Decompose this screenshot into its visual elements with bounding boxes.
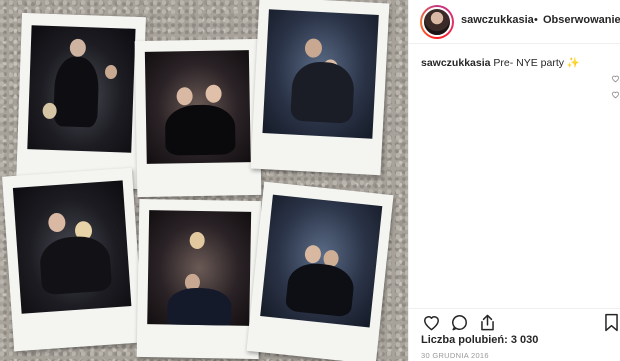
polaroid-photo-5	[136, 198, 262, 360]
avatar-image	[422, 7, 452, 37]
polaroid-photo-1	[16, 12, 146, 190]
polaroid-photo-3	[250, 0, 390, 176]
heart-icon[interactable]	[422, 313, 442, 333]
caption-emoji: ✨	[566, 57, 580, 69]
separator-dot: •	[534, 14, 538, 26]
polaroid-photo-4	[2, 167, 144, 352]
caption-username[interactable]: sawczukkasia	[421, 57, 490, 69]
bookmark-icon[interactable]	[603, 313, 620, 333]
username-link[interactable]: sawczukkasia	[461, 14, 534, 26]
action-bar	[409, 308, 620, 334]
post-photo[interactable]	[0, 0, 408, 361]
likes-count[interactable]: Liczba polubień: 3 030	[421, 334, 538, 346]
polaroid-photo-6	[246, 181, 394, 361]
caption-like-heart-icon[interactable]	[611, 74, 620, 84]
post-header: sawczukkasia • Obserwowanie	[409, 0, 620, 44]
post-date: 30 GRUDNIA 2016	[421, 351, 489, 360]
post-caption: sawczukkasia Pre- NYE party ✨	[421, 56, 580, 69]
caption-text: Pre- NYE party	[493, 57, 564, 69]
share-icon[interactable]	[478, 313, 498, 333]
polaroid-photo-2	[134, 38, 262, 198]
comment-like-heart-icon[interactable]	[611, 90, 620, 100]
following-button[interactable]: Obserwowanie	[543, 14, 620, 26]
post-sidebar: sawczukkasia • Obserwowanie sawczukkasia…	[408, 0, 620, 361]
avatar[interactable]	[420, 5, 454, 39]
comment-icon[interactable]	[450, 313, 470, 333]
